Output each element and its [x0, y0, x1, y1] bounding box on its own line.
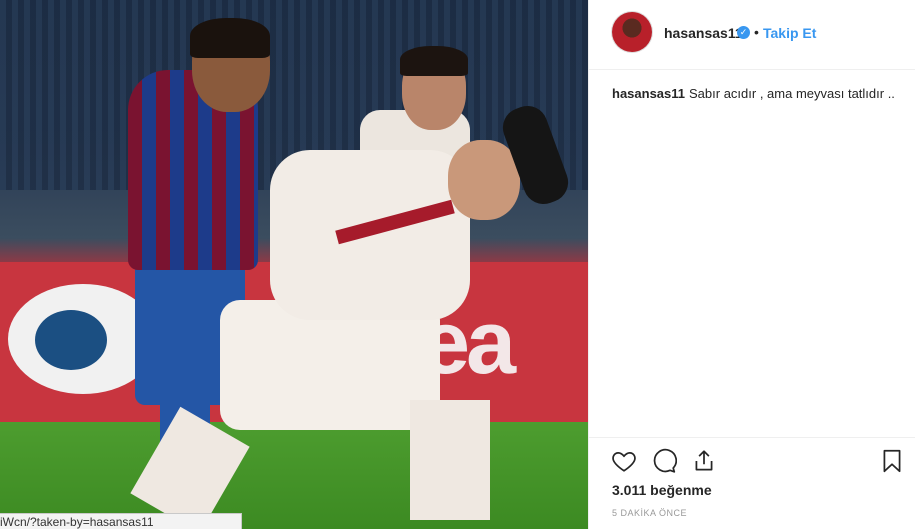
heart-icon[interactable] [611, 448, 637, 474]
share-icon[interactable] [691, 448, 717, 474]
comment-icon[interactable] [651, 448, 677, 474]
post-timestamp[interactable]: 5 DAKİKA ÖNCE [612, 508, 687, 518]
caption-text: Sabır acıdır , ama meyvası tatlıdır .. [689, 86, 895, 101]
banner-logo-inner [35, 310, 107, 370]
likes-count[interactable]: 3.011 beğenme [612, 482, 712, 498]
bookmark-icon[interactable] [879, 448, 905, 474]
post-header: hasansas11 ✓ • Takip Et [589, 0, 915, 70]
post-actions: 3.011 beğenme 5 DAKİKA ÖNCE [589, 437, 915, 530]
post-details-panel: hasansas11 ✓ • Takip Et hasansas11 Sabır … [588, 0, 915, 529]
follow-button[interactable]: Takip Et [763, 25, 816, 41]
avatar[interactable] [612, 12, 652, 52]
player-center-head [448, 140, 520, 220]
separator-dot: • [754, 24, 759, 40]
player-center-leg-right [410, 400, 490, 520]
post-photo[interactable]: ea [0, 0, 588, 529]
status-url: iWcn/?taken-by=hasansas11 [0, 513, 242, 529]
caption-username-link[interactable]: hasansas11 [612, 86, 685, 101]
player-left-hair [190, 18, 270, 58]
post-caption: hasansas11 Sabır acıdır , ama meyvası tat… [612, 86, 895, 101]
player-background-hair [400, 46, 468, 76]
username-link[interactable]: hasansas11 [664, 25, 743, 41]
verified-icon: ✓ [737, 26, 750, 39]
